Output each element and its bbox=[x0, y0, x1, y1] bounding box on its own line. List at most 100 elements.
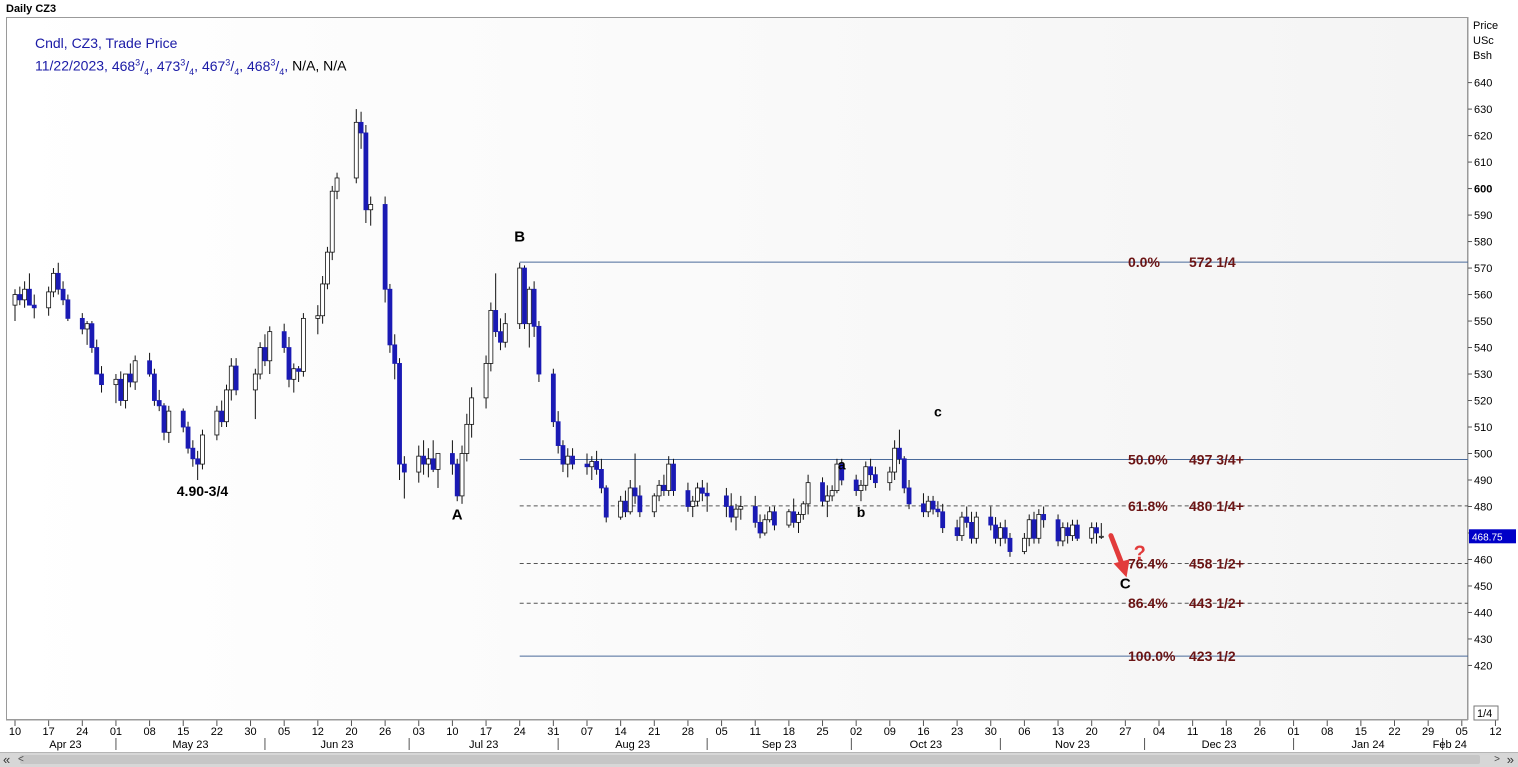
x-tick-label: 05 bbox=[1456, 726, 1468, 738]
candle-body bbox=[89, 323, 95, 348]
candle-body bbox=[570, 455, 575, 465]
candle-body bbox=[401, 463, 407, 473]
candle-body bbox=[51, 272, 56, 293]
candle-body bbox=[565, 455, 571, 465]
x-tick-label: 26 bbox=[1254, 726, 1266, 738]
candle-body bbox=[99, 373, 104, 386]
x-tick-label: 18 bbox=[783, 726, 795, 738]
candle-body bbox=[973, 516, 979, 539]
candle-body bbox=[200, 434, 205, 465]
x-tick-label: 02 bbox=[850, 726, 862, 738]
candle-body bbox=[853, 479, 859, 491]
x-tick-label: 12 bbox=[1489, 726, 1501, 738]
candle-body bbox=[863, 466, 869, 486]
candle-body bbox=[353, 121, 359, 179]
candle-body bbox=[954, 527, 960, 537]
candle-body bbox=[762, 519, 768, 534]
x-tick-label: 01 bbox=[110, 726, 122, 738]
candle-body bbox=[1036, 514, 1042, 539]
last-price-label: 468.75 bbox=[1472, 532, 1503, 543]
candle-body bbox=[329, 190, 335, 253]
x-tick-label: 30 bbox=[244, 726, 256, 738]
x-tick-label: 31 bbox=[547, 726, 559, 738]
candle-body bbox=[334, 177, 340, 192]
candle-body bbox=[1022, 537, 1027, 552]
x-month-label: Dec 23 bbox=[1202, 739, 1237, 751]
candle-body bbox=[526, 288, 532, 325]
candle-body bbox=[363, 132, 369, 211]
y-tick-label: 440 bbox=[1474, 607, 1492, 619]
x-tick-label: 04 bbox=[1153, 726, 1165, 738]
candle-body bbox=[820, 482, 825, 502]
y-tick-label: 560 bbox=[1474, 290, 1492, 302]
candle-body bbox=[685, 490, 691, 507]
y-axis-title-line: Bsh bbox=[1473, 50, 1492, 62]
wave-label: b bbox=[857, 504, 866, 520]
candle-body bbox=[46, 291, 52, 309]
x-tick-label: 30 bbox=[985, 726, 997, 738]
candle-body bbox=[166, 410, 172, 433]
y-tick-label: 550 bbox=[1474, 316, 1492, 328]
scroll-far-right-icon[interactable]: » bbox=[1507, 753, 1514, 767]
horizontal-scrollbar[interactable]: « < > » bbox=[0, 752, 1518, 767]
candle-body bbox=[12, 294, 18, 306]
candle-body bbox=[94, 347, 100, 375]
candle-body bbox=[459, 453, 465, 497]
candle-body bbox=[262, 347, 268, 362]
corner-label: 1/4 bbox=[1477, 708, 1492, 720]
candle-body bbox=[233, 365, 239, 391]
candle-body bbox=[1026, 519, 1032, 539]
candle-body bbox=[416, 455, 422, 473]
y-tick-label: 430 bbox=[1474, 634, 1492, 646]
x-tick-label: 21 bbox=[648, 726, 660, 738]
y-tick-label: 450 bbox=[1474, 581, 1492, 593]
candle-body bbox=[27, 288, 32, 306]
scroll-far-left-icon[interactable]: « bbox=[3, 753, 10, 767]
candle-body bbox=[767, 511, 773, 521]
candle-body bbox=[118, 378, 124, 401]
scroll-thumb[interactable] bbox=[20, 755, 1480, 764]
candle-body bbox=[1060, 527, 1066, 542]
candle-body bbox=[599, 469, 604, 489]
candle-body bbox=[493, 310, 499, 333]
scroll-left-icon[interactable]: < bbox=[18, 753, 24, 767]
chart-canvas[interactable]: Price USc Bsh 640 630 620 610 600 590 580 570 560 55… bbox=[0, 0, 1518, 752]
candle-body bbox=[887, 471, 893, 484]
candle-body bbox=[522, 267, 527, 325]
x-month-label: Sep 23 bbox=[762, 739, 797, 751]
fib-level-price: 497 3/4+ bbox=[1189, 451, 1244, 467]
x-tick-label: 05 bbox=[715, 726, 727, 738]
candle-body bbox=[502, 323, 508, 343]
x-month-label: Feb 24 bbox=[1433, 739, 1467, 751]
x-tick-label: 13 bbox=[1052, 726, 1064, 738]
candle-body bbox=[695, 487, 700, 502]
x-tick-label: 06 bbox=[1018, 726, 1030, 738]
candle-body bbox=[921, 503, 926, 513]
y-tick-label: 500 bbox=[1474, 449, 1492, 461]
candle-body bbox=[469, 397, 475, 425]
x-tick-label: 14 bbox=[615, 726, 627, 738]
candle-body bbox=[786, 511, 792, 526]
wave-label: 4.90-3/4 bbox=[177, 483, 229, 499]
candle-body bbox=[252, 373, 258, 391]
candle-body bbox=[454, 463, 460, 497]
y-tick-label: 540 bbox=[1474, 343, 1492, 355]
candle-body bbox=[483, 363, 489, 399]
scroll-right-icon[interactable]: > bbox=[1494, 753, 1500, 767]
x-tick-label: 12 bbox=[312, 726, 324, 738]
candle-body bbox=[1065, 527, 1071, 537]
candle-body bbox=[997, 527, 1003, 539]
candle-body bbox=[690, 500, 696, 507]
candle-body bbox=[368, 204, 374, 211]
x-month-label: Nov 23 bbox=[1055, 739, 1090, 751]
x-tick-label: 17 bbox=[480, 726, 492, 738]
candle-body bbox=[772, 511, 777, 526]
candle-body bbox=[425, 458, 431, 465]
candle-body bbox=[421, 455, 426, 465]
candle-body bbox=[824, 495, 830, 502]
candle-body bbox=[397, 363, 402, 465]
candle-body bbox=[555, 421, 561, 446]
candle-body bbox=[738, 506, 744, 510]
x-tick-label: 11 bbox=[1187, 726, 1198, 738]
candle-body bbox=[699, 487, 705, 494]
